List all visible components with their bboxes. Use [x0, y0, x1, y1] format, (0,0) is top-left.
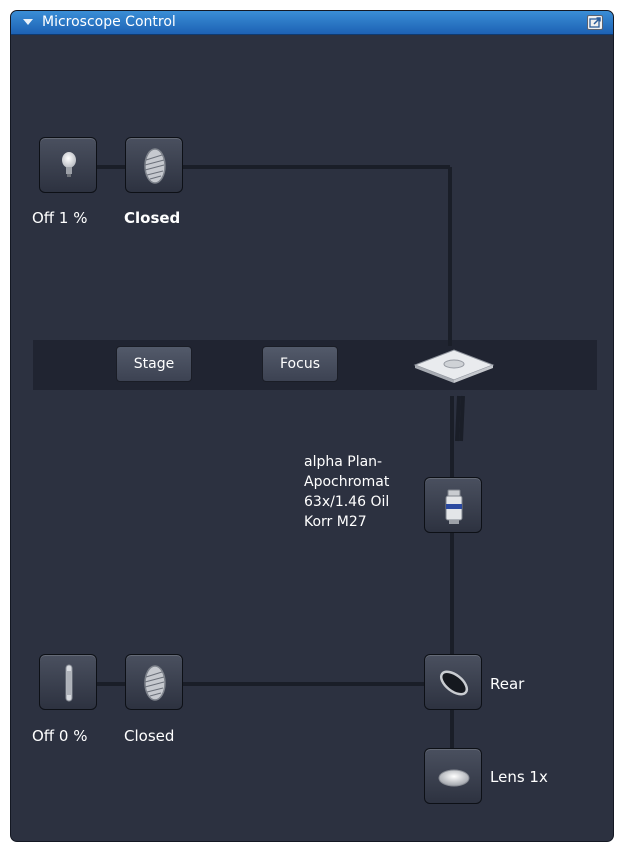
stage-button[interactable]: Stage — [116, 346, 192, 382]
reflector-button[interactable] — [424, 654, 482, 710]
transmitted-lamp-label: Off 1 % — [32, 209, 88, 227]
lens-icon — [438, 769, 470, 787]
objective-description: alpha Plan- Apochromat 63x/1.46 Oil Korr… — [304, 452, 429, 532]
reflected-lamp-button[interactable] — [39, 654, 97, 710]
reflected-lamp-label: Off 0 % — [32, 727, 88, 745]
objective-line-3: 63x/1.46 Oil — [304, 494, 390, 510]
focus-button-label: Focus — [280, 356, 320, 372]
objective-line-4: Korr M27 — [304, 514, 367, 530]
transmitted-lamp-button[interactable] — [39, 137, 97, 193]
reflected-shutter-button[interactable] — [125, 654, 183, 710]
stage-button-label: Stage — [133, 356, 175, 372]
objective-line-1: alpha Plan- — [304, 454, 383, 470]
microscope-control-panel: Microscope Control Off 1 % Closed Stage … — [10, 10, 614, 842]
light-bulb-icon — [62, 152, 76, 177]
focus-button[interactable]: Focus — [262, 346, 338, 382]
reflector-label: Rear — [490, 675, 525, 693]
objective-button[interactable] — [424, 477, 482, 533]
shutter-icon — [144, 665, 166, 701]
objective-icon — [445, 489, 463, 524]
transmitted-shutter-label: Closed — [124, 209, 181, 227]
stage-plate-icon[interactable] — [409, 345, 499, 385]
reflected-shutter-label: Closed — [124, 727, 175, 745]
transmitted-shutter-button[interactable] — [125, 137, 183, 193]
objective-line-2: Apochromat — [304, 474, 390, 490]
mirror-icon — [439, 670, 469, 696]
optovar-label: Lens 1x — [490, 768, 548, 786]
light-path — [96, 165, 465, 748]
optovar-button[interactable] — [424, 748, 482, 804]
fluorescence-lamp-icon — [65, 664, 73, 702]
shutter-icon — [144, 148, 166, 184]
